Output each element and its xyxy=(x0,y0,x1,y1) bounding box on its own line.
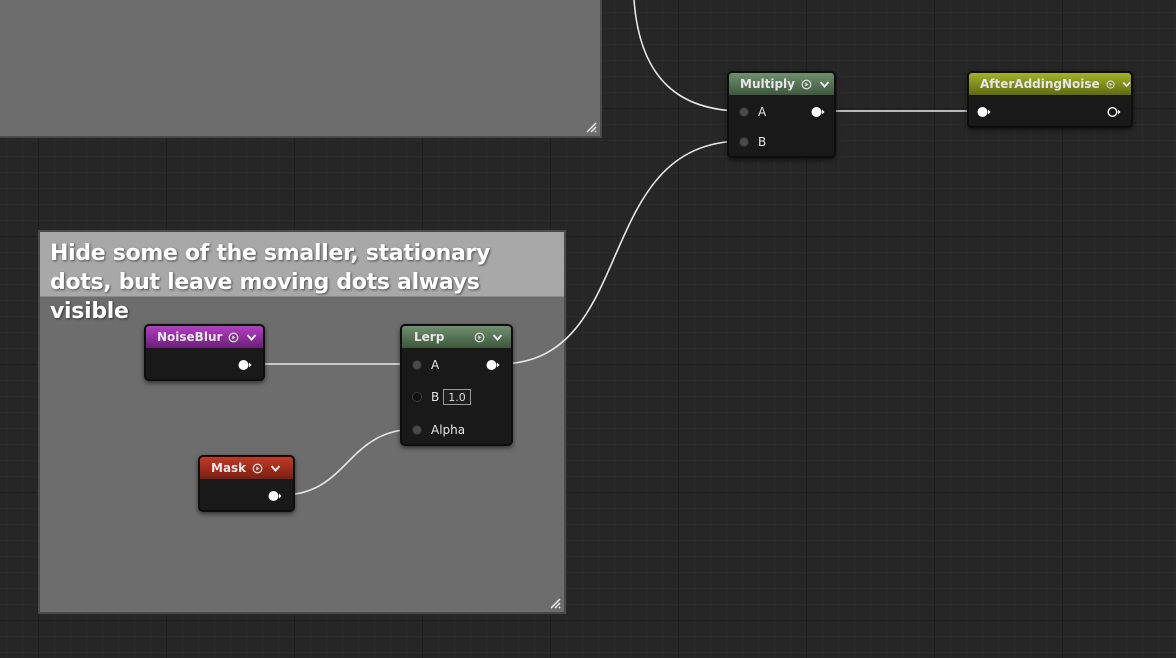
pin-output-arrow-icon xyxy=(1118,109,1121,115)
node-title: Mask xyxy=(211,461,247,475)
preview-toggle-icon[interactable] xyxy=(801,79,812,90)
chevron-down-icon[interactable] xyxy=(1122,80,1131,89)
output-pin[interactable] xyxy=(486,359,500,371)
output-pin[interactable] xyxy=(811,106,825,118)
node-header[interactable]: NoiseBlur xyxy=(146,326,263,348)
pin-row-a[interactable]: A xyxy=(412,355,439,375)
pin-row-b[interactable]: B 1.0 xyxy=(412,387,471,407)
pin-output-arrow-icon xyxy=(988,109,991,115)
comment-box-top[interactable] xyxy=(0,0,602,138)
pin-label-a: A xyxy=(431,358,440,372)
preview-toggle-icon[interactable] xyxy=(474,332,485,343)
resize-grip-icon[interactable] xyxy=(549,597,561,609)
node-multiply[interactable]: Multiply A B xyxy=(727,71,836,158)
pin-output-arrow-icon xyxy=(249,362,252,368)
pin-output-arrow-icon xyxy=(497,362,500,368)
node-header[interactable]: AfterAddingNoise xyxy=(969,73,1131,95)
output-pin[interactable] xyxy=(268,490,282,502)
node-header[interactable]: Multiply xyxy=(729,73,834,95)
input-pin-alpha[interactable] xyxy=(412,425,422,435)
node-mask[interactable]: Mask xyxy=(198,455,295,512)
pin-row-alpha[interactable]: Alpha xyxy=(412,420,465,440)
chevron-down-icon[interactable] xyxy=(492,333,503,342)
input-pin-a[interactable] xyxy=(412,360,422,370)
pin-label-alpha: Alpha xyxy=(431,423,466,437)
pin-output-arrow-icon xyxy=(279,493,282,499)
pin-row-b[interactable]: B xyxy=(739,132,766,152)
preview-toggle-icon[interactable] xyxy=(1106,79,1115,90)
node-title: Lerp xyxy=(414,330,445,344)
node-afteraddingnoise[interactable]: AfterAddingNoise xyxy=(967,71,1133,128)
node-header[interactable]: Lerp xyxy=(402,326,511,348)
preview-toggle-icon[interactable] xyxy=(228,332,239,343)
output-pin[interactable] xyxy=(238,359,252,371)
input-pin[interactable] xyxy=(977,106,991,118)
pin-output-arrow-icon xyxy=(822,109,825,115)
node-header[interactable]: Mask xyxy=(200,457,293,479)
pin-row-a[interactable]: A xyxy=(739,102,766,122)
b-value-field[interactable]: 1.0 xyxy=(443,389,471,405)
node-title: Multiply xyxy=(740,77,795,91)
input-pin-b[interactable] xyxy=(412,392,422,402)
pin-label-a: A xyxy=(758,105,767,119)
comment-title[interactable]: Hide some of the smaller, stationary dot… xyxy=(40,232,564,324)
node-noiseblur[interactable]: NoiseBlur xyxy=(144,324,265,381)
node-title: AfterAddingNoise xyxy=(980,77,1100,91)
pin-label-b: B xyxy=(431,390,440,404)
node-lerp[interactable]: Lerp A B 1.0 Alpha xyxy=(400,324,513,446)
chevron-down-icon[interactable] xyxy=(270,464,281,473)
chevron-down-icon[interactable] xyxy=(819,80,830,89)
input-pin-b[interactable] xyxy=(739,137,749,147)
input-pin-a[interactable] xyxy=(739,107,749,117)
output-pin[interactable] xyxy=(1107,106,1121,118)
preview-toggle-icon[interactable] xyxy=(252,463,263,474)
pin-label-b: B xyxy=(758,135,767,149)
resize-grip-icon[interactable] xyxy=(585,121,597,133)
node-title: NoiseBlur xyxy=(157,330,223,344)
chevron-down-icon[interactable] xyxy=(246,333,257,342)
